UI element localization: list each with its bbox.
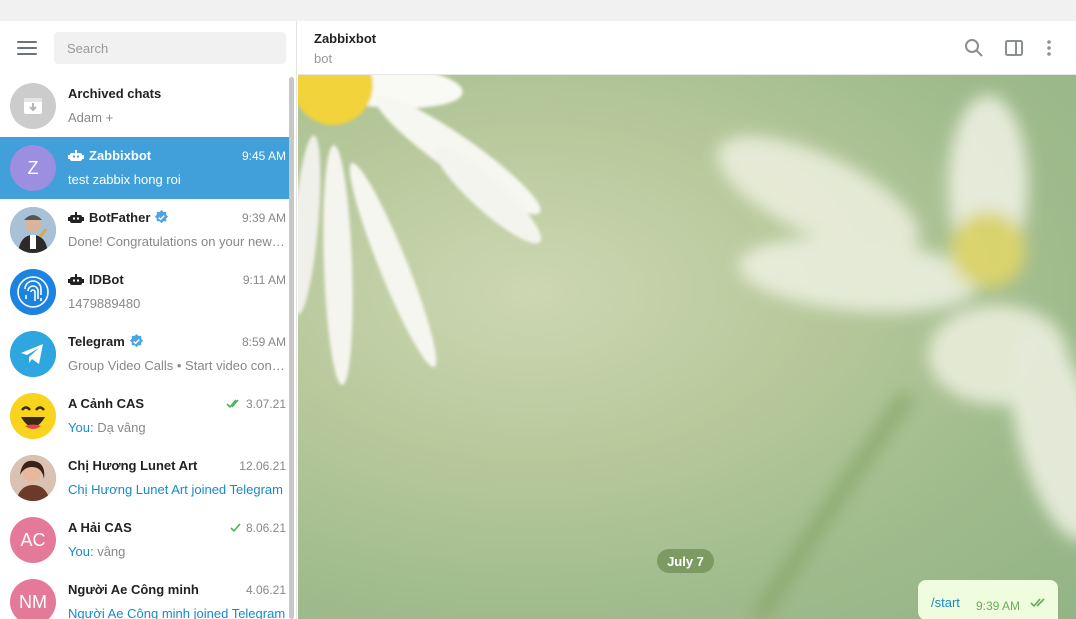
chat-preview: Người Ae Công minh joined Telegram	[68, 606, 286, 619]
you-label: You:	[68, 420, 94, 435]
chat-name: A Cảnh CAS	[68, 396, 145, 411]
sidebar-scrollbar[interactable]	[289, 77, 294, 619]
chat-preview: Dạ vâng	[97, 420, 146, 435]
avatar	[10, 207, 56, 253]
chat-preview-row: You: vâng	[68, 544, 286, 559]
archive-icon	[10, 83, 56, 129]
chat-preview: vâng	[97, 544, 126, 559]
bot-icon	[68, 149, 84, 161]
chat-name-row: IDBot	[68, 272, 124, 287]
read-receipt-icon	[1030, 598, 1045, 608]
search-input[interactable]	[54, 32, 286, 64]
telegram-logo-icon	[10, 331, 56, 377]
chat-name: BotFather	[89, 210, 151, 225]
verified-badge-icon	[155, 210, 169, 224]
sidebar-header	[0, 21, 296, 75]
date-separator: July 7	[657, 549, 714, 573]
message-text[interactable]: /start	[931, 595, 960, 610]
chat-time: 3.07.21	[245, 397, 286, 411]
chat-item-chi-huong[interactable]: Chị Hương Lunet Art 12.06.21 Chị Hương L…	[0, 447, 294, 509]
chat-name: Telegram	[68, 334, 125, 349]
chat-item-telegram[interactable]: Telegram 8:59 AM Group Video Calls • Sta…	[0, 323, 294, 385]
avatar: Z	[10, 145, 56, 191]
chat-preview: Adam +	[68, 110, 114, 125]
chat-time: 8:59 AM	[241, 335, 286, 349]
chat-background: July 7 /start 9:39 AM	[298, 75, 1076, 619]
single-check-icon	[230, 523, 241, 533]
bot-icon	[68, 211, 84, 223]
chat-item-a-hai-cas[interactable]: AC A Hải CAS 8.06.21 You: vâng	[0, 509, 294, 571]
chat-name: A Hải CAS	[68, 520, 132, 535]
double-check-icon	[226, 399, 239, 409]
chat-time: 8.06.21	[245, 521, 286, 535]
chat-name: IDBot	[89, 272, 124, 287]
avatar-initials: AC	[20, 529, 46, 550]
daisy-wallpaper-image	[298, 75, 1076, 619]
bot-icon	[68, 273, 84, 285]
hamburger-menu-icon[interactable]	[17, 41, 37, 55]
avatar-initials: Z	[27, 157, 39, 178]
scrollbar-thumb[interactable]	[289, 77, 294, 619]
chat-name-row: Zabbixbot	[68, 148, 151, 163]
chat-name: Archived chats	[68, 86, 162, 101]
chat-time: 9:11 AM	[242, 273, 286, 287]
chat-preview: 1479889480	[68, 296, 141, 311]
chat-time: 9:45 AM	[241, 149, 286, 163]
sidebar-toggle-icon[interactable]	[1003, 37, 1025, 59]
chat-item-archived[interactable]: Archived chats Adam +	[0, 75, 294, 137]
chat-name-row: Telegram	[68, 334, 144, 349]
chat-item-a-canh-cas[interactable]: A Cảnh CAS 3.07.21 You: Dạ vâng	[0, 385, 294, 447]
chat-list-sidebar: Archived chats Adam + Z Zabbixbot 9:45 A…	[0, 21, 297, 619]
chat-name: Zabbixbot	[89, 148, 152, 163]
chat-item-idbot[interactable]: IDBot 9:11 AM 1479889480	[0, 261, 294, 323]
avatar: AC	[10, 517, 56, 563]
chat-item-zabbixbot[interactable]: Z Zabbixbot 9:45 AM test zabbix hong roi	[0, 137, 294, 199]
chat-preview: Group Video Calls • Start video conferen…	[68, 358, 286, 373]
chat-name: Chị Hương Lunet Art	[68, 458, 198, 473]
message-time: 9:39 AM	[976, 599, 1021, 613]
chat-preview-row: You: Dạ vâng	[68, 420, 286, 435]
chat-header: Zabbixbot bot	[298, 21, 1076, 75]
verified-badge-icon	[129, 334, 143, 348]
chat-item-botfather[interactable]: BotFather 9:39 AM Done! Congratulations …	[0, 199, 294, 261]
chat-title[interactable]: Zabbixbot	[314, 31, 376, 46]
outgoing-message-bubble[interactable]: /start 9:39 AM	[918, 580, 1058, 619]
chat-item-nguoi-ae-cong-minh[interactable]: NM Người Ae Công minh 4.06.21 Người Ae C…	[0, 571, 294, 619]
chat-time: 4.06.21	[245, 583, 286, 597]
chat-subtitle: bot	[314, 51, 333, 66]
avatar: NM	[10, 579, 56, 619]
emoji-avatar-icon	[10, 393, 56, 439]
search-icon[interactable]	[963, 37, 985, 59]
chat-name-row: BotFather	[68, 210, 169, 225]
chat-time: 9:39 AM	[241, 211, 286, 225]
chat-preview: test zabbix hong roi	[68, 172, 181, 187]
chat-preview: Chị Hương Lunet Art joined Telegram	[68, 482, 283, 497]
avatar	[10, 455, 56, 501]
chat-preview: Done! Congratulations on your new bot. Y…	[68, 234, 286, 249]
avatar-initials: NM	[19, 591, 47, 612]
you-label: You:	[68, 544, 94, 559]
chat-name: Người Ae Công minh	[68, 582, 199, 597]
chat-time-row: 3.07.21	[226, 397, 286, 411]
chat-time-row: 8.06.21	[230, 521, 286, 535]
more-options-icon[interactable]	[1038, 37, 1060, 59]
window-titlebar	[0, 0, 1076, 21]
chat-time: 12.06.21	[239, 459, 286, 473]
fingerprint-icon	[10, 269, 56, 315]
